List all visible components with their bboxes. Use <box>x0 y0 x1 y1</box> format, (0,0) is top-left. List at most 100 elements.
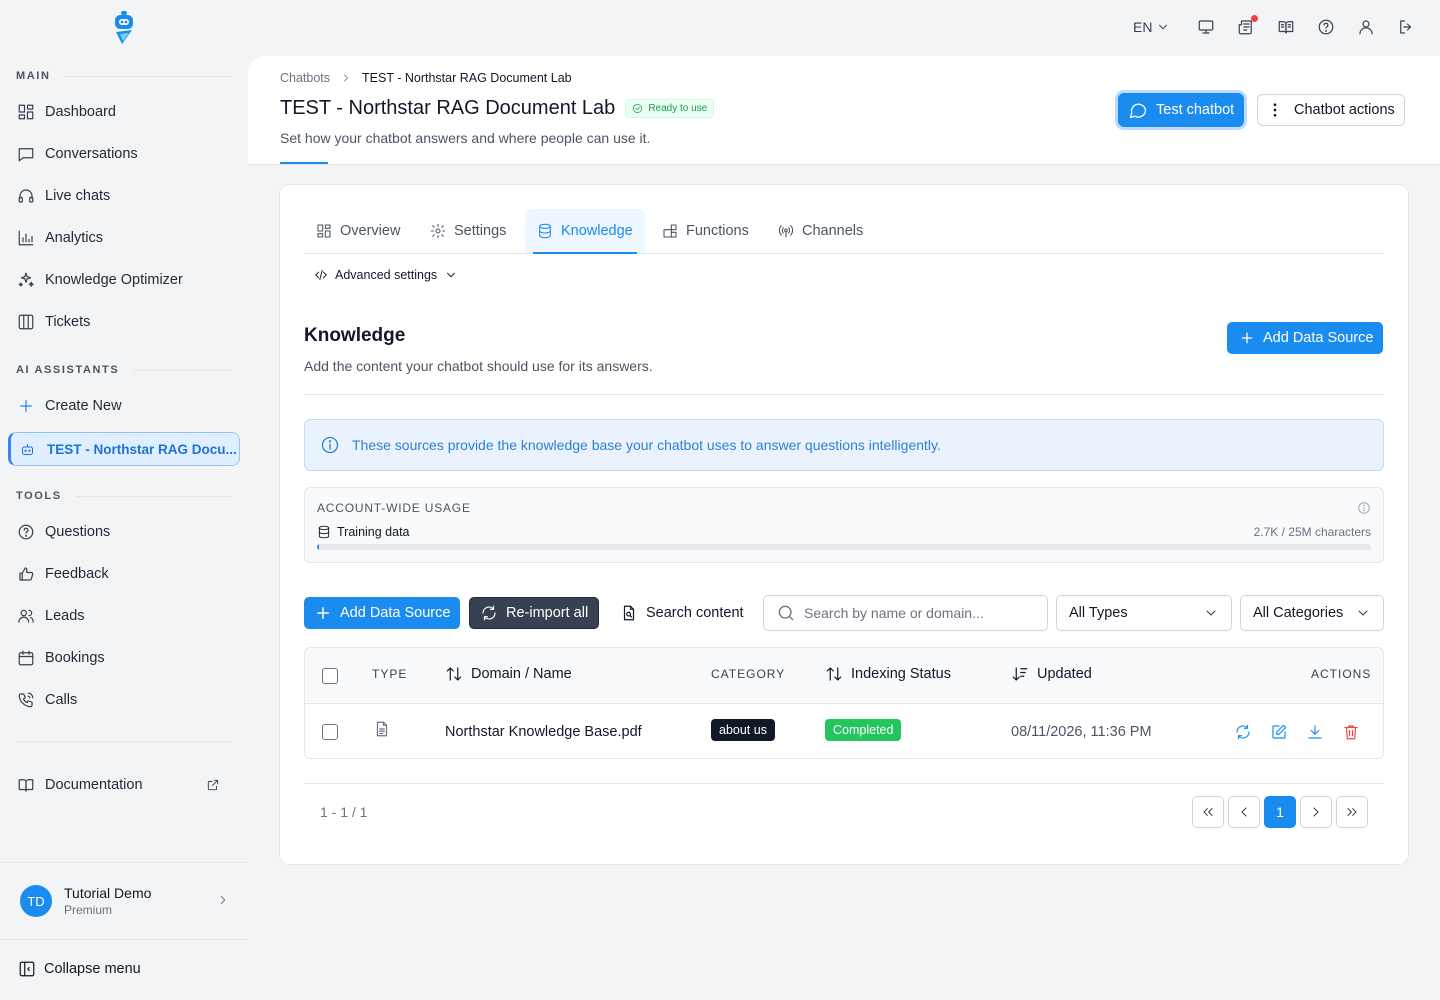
section-label-ai-assistants: AI ASSISTANTS <box>16 364 232 376</box>
info-banner-text: These sources provide the knowledge base… <box>352 437 941 453</box>
last-page-button[interactable] <box>1336 796 1368 828</box>
chevron-right-icon <box>344 74 348 82</box>
status-badge: Ready to use <box>625 99 715 118</box>
tab-overview[interactable]: Overview <box>304 209 412 253</box>
more-vertical-icon <box>1273 103 1277 117</box>
row-download-button[interactable] <box>1306 723 1324 741</box>
search-input[interactable]: Search by name or domain... <box>763 595 1048 631</box>
column-header-name[interactable]: Domain / Name <box>445 665 572 683</box>
next-page-button[interactable] <box>1300 796 1332 828</box>
chatbot-actions-button[interactable]: Chatbot actions <box>1257 94 1405 126</box>
sidebar-item-leads[interactable]: Leads <box>8 599 240 633</box>
reimport-all-button[interactable]: Re-import all <box>469 597 600 629</box>
column-header-status[interactable]: Indexing Status <box>825 665 951 683</box>
trash-icon <box>1344 725 1358 740</box>
row-edit-button[interactable] <box>1270 723 1288 741</box>
column-header-status-label: Indexing Status <box>851 666 951 682</box>
sidebar-item-knowledge-optimizer[interactable]: Knowledge Optimizer <box>8 263 240 297</box>
row-delete-button[interactable] <box>1342 723 1360 741</box>
pagination-summary: 1 - 1 / 1 <box>320 804 368 820</box>
type-filter-select[interactable]: All Types <box>1056 595 1232 631</box>
sidebar-item-label: Questions <box>45 524 111 540</box>
sidebar-item-conversations[interactable]: Conversations <box>8 137 240 171</box>
help-icon[interactable] <box>1317 18 1335 36</box>
database-icon <box>539 223 551 239</box>
page-number-button[interactable]: 1 <box>1264 796 1296 828</box>
category-badge: about us <box>711 719 775 741</box>
sidebar-item-label: Create New <box>45 398 122 414</box>
sidebar-item-feedback[interactable]: Feedback <box>8 557 240 591</box>
dashboard-icon <box>18 104 34 120</box>
search-icon <box>778 605 794 621</box>
sidebar-item-dashboard[interactable]: Dashboard <box>8 95 240 129</box>
plus-icon <box>317 607 329 619</box>
breadcrumb-root-link[interactable]: Chatbots <box>280 71 330 85</box>
row-checkbox[interactable] <box>322 724 338 740</box>
sidebar-item-label: TEST - Northstar RAG Docu... <box>47 441 237 457</box>
monitor-icon[interactable] <box>1197 18 1215 36</box>
language-label: EN <box>1133 19 1153 35</box>
language-selector[interactable]: EN <box>1133 19 1170 35</box>
collapse-menu-button[interactable]: Collapse menu <box>18 960 141 978</box>
first-page-button[interactable] <box>1192 796 1224 828</box>
category-filter-select[interactable]: All Categories <box>1240 595 1384 631</box>
search-content-button[interactable]: Search content <box>610 597 754 629</box>
advanced-settings-toggle[interactable]: Advanced settings <box>314 268 458 282</box>
chatbot-actions-label: Chatbot actions <box>1294 102 1395 118</box>
sidebar-item-analytics[interactable]: Analytics <box>8 221 240 255</box>
chevron-right-icon <box>1313 807 1319 817</box>
row-refresh-button[interactable] <box>1234 723 1252 741</box>
thumbs-up-icon <box>19 567 34 581</box>
user-profile[interactable]: TD Tutorial Demo Premium <box>20 885 230 917</box>
tab-settings[interactable]: Settings <box>418 209 518 253</box>
sidebar-item-active-chatbot[interactable]: TEST - Northstar RAG Docu... <box>8 432 240 466</box>
sidebar-item-live-chats[interactable]: Live chats <box>8 179 240 213</box>
chevron-right-icon <box>220 896 226 904</box>
column-header-name-label: Domain / Name <box>471 666 572 682</box>
brand-logo-icon[interactable] <box>112 10 136 46</box>
chevrons-left-icon <box>1203 808 1213 816</box>
info-icon <box>321 436 339 454</box>
news-icon[interactable] <box>1237 15 1258 36</box>
sparkles-icon <box>18 272 34 287</box>
book-icon[interactable] <box>1277 18 1295 36</box>
sidebar-divider <box>16 741 232 742</box>
sidebar-item-bookings[interactable]: Bookings <box>8 641 240 675</box>
sidebar-item-tickets[interactable]: Tickets <box>8 305 240 339</box>
add-data-source-header-button[interactable]: Add Data Source <box>1227 322 1384 354</box>
row-updated: 08/11/2026, 11:36 PM <box>1011 724 1152 740</box>
tab-knowledge[interactable]: Knowledge <box>525 209 645 254</box>
table-header: TYPE Domain / Name CATEGORY Indexing Sta… <box>305 648 1383 704</box>
sidebar-item-documentation[interactable]: Documentation <box>8 768 240 802</box>
profile-plan: Premium <box>64 903 113 917</box>
sidebar-item-label: Live chats <box>45 188 111 204</box>
sidebar-item-questions[interactable]: Questions <box>8 515 240 549</box>
sidebar-item-create-new[interactable]: Create New <box>8 389 240 423</box>
tab-functions[interactable]: Functions <box>650 209 761 253</box>
previous-page-button[interactable] <box>1228 796 1260 828</box>
column-header-updated[interactable]: Updated <box>1011 665 1092 683</box>
chart-icon <box>18 230 34 246</box>
calendar-icon <box>18 650 34 666</box>
page-subtitle: Set how your chatbot answers and where p… <box>280 130 651 146</box>
tab-label: Knowledge <box>561 223 633 239</box>
select-all-checkbox[interactable] <box>322 668 338 684</box>
sidebar-item-calls[interactable]: Calls <box>8 683 240 717</box>
column-header-category: CATEGORY <box>711 667 786 681</box>
info-icon[interactable] <box>1357 501 1371 515</box>
row-name[interactable]: Northstar Knowledge Base.pdf <box>445 724 642 740</box>
user-icon[interactable] <box>1357 18 1375 36</box>
column-header-type: TYPE <box>372 667 408 681</box>
test-chatbot-button[interactable]: Test chatbot <box>1118 93 1245 127</box>
usage-title: ACCOUNT-WIDE USAGE <box>317 501 471 515</box>
status-badge-label: Ready to use <box>648 103 708 114</box>
section-divider <box>304 394 1384 395</box>
tab-channels[interactable]: Channels <box>766 209 875 253</box>
usage-progress-fill <box>317 544 320 550</box>
add-data-source-button[interactable]: Add Data Source <box>304 597 461 629</box>
page-title: TEST - Northstar RAG Document Lab <box>280 97 616 119</box>
knowledge-card: Overview Settings Knowledge Functions Ch… <box>279 184 1409 865</box>
logout-icon[interactable] <box>1397 18 1415 36</box>
knowledge-subtitle: Add the content your chatbot should use … <box>304 358 653 374</box>
collapse-menu-label: Collapse menu <box>44 961 141 977</box>
